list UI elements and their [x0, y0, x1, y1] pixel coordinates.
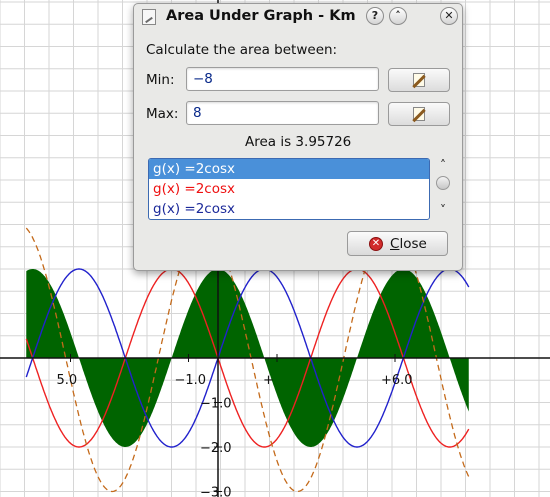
min-edit-button[interactable] [388, 68, 450, 92]
close-button-label: Close [390, 236, 427, 252]
function-list-item[interactable]: g(x) =2cosx [149, 199, 429, 219]
help-icon[interactable]: ? [366, 7, 384, 25]
y-tick-label: −3.0 [200, 486, 232, 497]
x-tick-label: + [263, 373, 274, 388]
shade-up-icon[interactable]: ˄ [389, 7, 407, 25]
prompt-text: Calculate the area between: [146, 42, 338, 58]
function-list-item[interactable]: g(x) =2cosx [149, 179, 429, 199]
y-tick-label: −2.0 [200, 441, 232, 456]
area-result-text: Area is 3.95726 [245, 134, 352, 150]
pencil-icon [413, 107, 425, 121]
x-tick-label: +6.0 [381, 373, 413, 388]
close-window-icon[interactable]: ✕ [440, 7, 458, 25]
max-input[interactable]: 8 [186, 101, 379, 125]
function-list[interactable]: g(x) =2cosx g(x) =2cosx g(x) =2cosx [148, 158, 430, 220]
y-tick-label: −1.0 [200, 397, 232, 412]
area-under-graph-dialog: Area Under Graph - KmPlot ? ˄ ✕ Calculat… [133, 3, 463, 271]
close-icon: ✕ [369, 237, 383, 251]
max-edit-button[interactable] [388, 102, 450, 126]
max-label: Max: [146, 106, 179, 122]
scroll-handle[interactable] [436, 176, 450, 190]
x-tick-label: 5.0 [57, 373, 78, 388]
min-input[interactable]: −8 [186, 67, 379, 91]
min-label: Min: [146, 72, 175, 88]
close-button[interactable]: ✕ Close [347, 231, 448, 256]
scroll-up-icon[interactable]: ˄ [435, 158, 451, 172]
dialog-title: Area Under Graph - KmPlot [166, 8, 356, 24]
x-tick-label: −1.0 [175, 373, 207, 388]
kmplot-app-icon [142, 9, 156, 25]
dialog-titlebar[interactable]: Area Under Graph - KmPlot ? ˄ ✕ [134, 4, 462, 30]
function-list-item[interactable]: g(x) =2cosx [149, 159, 429, 179]
scroll-down-icon[interactable]: ˅ [435, 203, 451, 217]
pencil-icon [413, 73, 425, 87]
